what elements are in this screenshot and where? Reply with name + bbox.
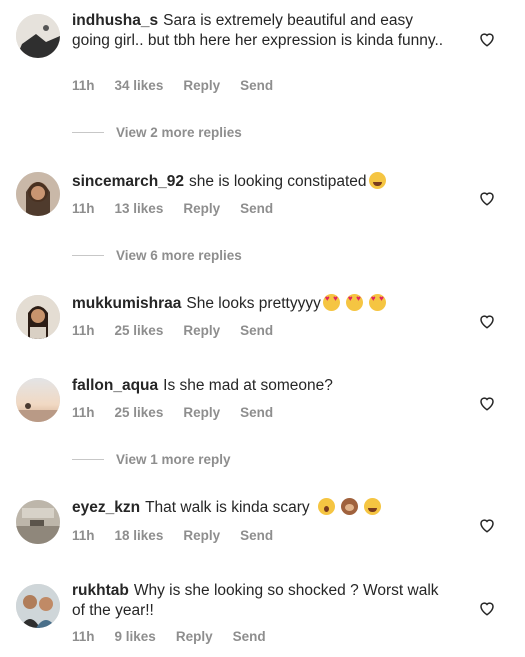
send-button[interactable]: Send xyxy=(240,323,273,338)
heart-outline-icon[interactable] xyxy=(478,599,496,617)
heart-outline-icon[interactable] xyxy=(478,30,496,48)
view-more-replies[interactable]: View 6 more replies xyxy=(72,248,242,263)
avatar[interactable] xyxy=(16,378,60,422)
comment-time: 11h xyxy=(72,405,95,420)
send-button[interactable]: Send xyxy=(240,528,273,543)
heart-outline-icon[interactable] xyxy=(478,516,496,534)
comment-username[interactable]: eyez_kzn xyxy=(72,499,140,516)
divider xyxy=(72,255,104,256)
send-button[interactable]: Send xyxy=(233,629,266,644)
tears-of-joy-emoji-icon xyxy=(363,498,381,515)
comment-text-block: mukkumishraa She looks prettyyyy xyxy=(72,294,452,314)
avatar[interactable] xyxy=(16,14,60,58)
comment-text-block: rukhtab Why is she looking so shocked ? W… xyxy=(72,581,452,621)
comment-meta: 11h 9 likes Reply Send xyxy=(72,629,286,644)
reply-button[interactable]: Reply xyxy=(176,629,213,644)
send-button[interactable]: Send xyxy=(240,78,273,93)
likes-count[interactable]: 13 likes xyxy=(115,201,164,216)
likes-count[interactable]: 34 likes xyxy=(115,78,164,93)
likes-count[interactable]: 18 likes xyxy=(115,528,164,543)
comment-username[interactable]: mukkumishraa xyxy=(72,295,181,312)
comment-meta: 11h 18 likes Reply Send xyxy=(72,528,293,543)
send-button[interactable]: Send xyxy=(240,405,273,420)
comment-username[interactable]: sincemarch_92 xyxy=(72,173,184,190)
likes-count[interactable]: 9 likes xyxy=(115,629,156,644)
comment-meta: 11h 34 likes Reply Send xyxy=(72,78,293,93)
heart-outline-icon[interactable] xyxy=(478,189,496,207)
avatar[interactable] xyxy=(16,172,60,216)
heart-outline-icon[interactable] xyxy=(478,312,496,330)
reply-button[interactable]: Reply xyxy=(183,405,220,420)
comment-time: 11h xyxy=(72,323,95,338)
divider xyxy=(72,132,104,133)
comment-time: 11h xyxy=(72,528,95,543)
comment-text-block: indhusha_s Sara is extremely beautiful an… xyxy=(72,11,452,51)
reply-button[interactable]: Reply xyxy=(183,528,220,543)
comment-body: she is looking constipated xyxy=(189,173,367,190)
comment-meta: 11h 25 likes Reply Send xyxy=(72,405,293,420)
avatar[interactable] xyxy=(16,500,60,544)
avatar[interactable] xyxy=(16,295,60,339)
reply-button[interactable]: Reply xyxy=(183,78,220,93)
see-no-evil-monkey-emoji-icon xyxy=(340,498,358,515)
view-more-replies-label[interactable]: View 2 more replies xyxy=(116,125,242,140)
view-more-replies[interactable]: View 1 more reply xyxy=(72,452,231,467)
comment-username[interactable]: rukhtab xyxy=(72,582,129,599)
heart-eyes-emoji-icon xyxy=(322,294,340,311)
heart-eyes-emoji-icon xyxy=(368,294,386,311)
tears-of-joy-emoji-icon xyxy=(368,172,386,189)
comment-body: Is she mad at someone? xyxy=(163,377,333,394)
comment-meta: 11h 25 likes Reply Send xyxy=(72,323,293,338)
view-more-replies-label[interactable]: View 6 more replies xyxy=(116,248,242,263)
comment-text-block: fallon_aqua Is she mad at someone? xyxy=(72,376,452,396)
comment-username[interactable]: indhusha_s xyxy=(72,12,158,29)
avatar[interactable] xyxy=(16,584,60,628)
comment-time: 11h xyxy=(72,629,95,644)
view-more-replies[interactable]: View 2 more replies xyxy=(72,125,242,140)
reply-button[interactable]: Reply xyxy=(183,323,220,338)
comment-time: 11h xyxy=(72,201,95,216)
comment-body: She looks prettyyyy xyxy=(186,295,321,312)
comment-text-block: eyez_kzn That walk is kinda scary xyxy=(72,498,452,518)
reply-button[interactable]: Reply xyxy=(183,201,220,216)
heart-eyes-emoji-icon xyxy=(345,294,363,311)
divider xyxy=(72,459,104,460)
likes-count[interactable]: 25 likes xyxy=(115,405,164,420)
comment-username[interactable]: fallon_aqua xyxy=(72,377,158,394)
send-button[interactable]: Send xyxy=(240,201,273,216)
comment-text-block: sincemarch_92 she is looking constipated xyxy=(72,172,452,192)
view-more-replies-label[interactable]: View 1 more reply xyxy=(116,452,231,467)
comment-meta: 11h 13 likes Reply Send xyxy=(72,201,293,216)
shocked-face-emoji-icon xyxy=(317,498,335,515)
heart-outline-icon[interactable] xyxy=(478,394,496,412)
comment-body: That walk is kinda scary xyxy=(145,499,310,516)
likes-count[interactable]: 25 likes xyxy=(115,323,164,338)
comment-time: 11h xyxy=(72,78,95,93)
